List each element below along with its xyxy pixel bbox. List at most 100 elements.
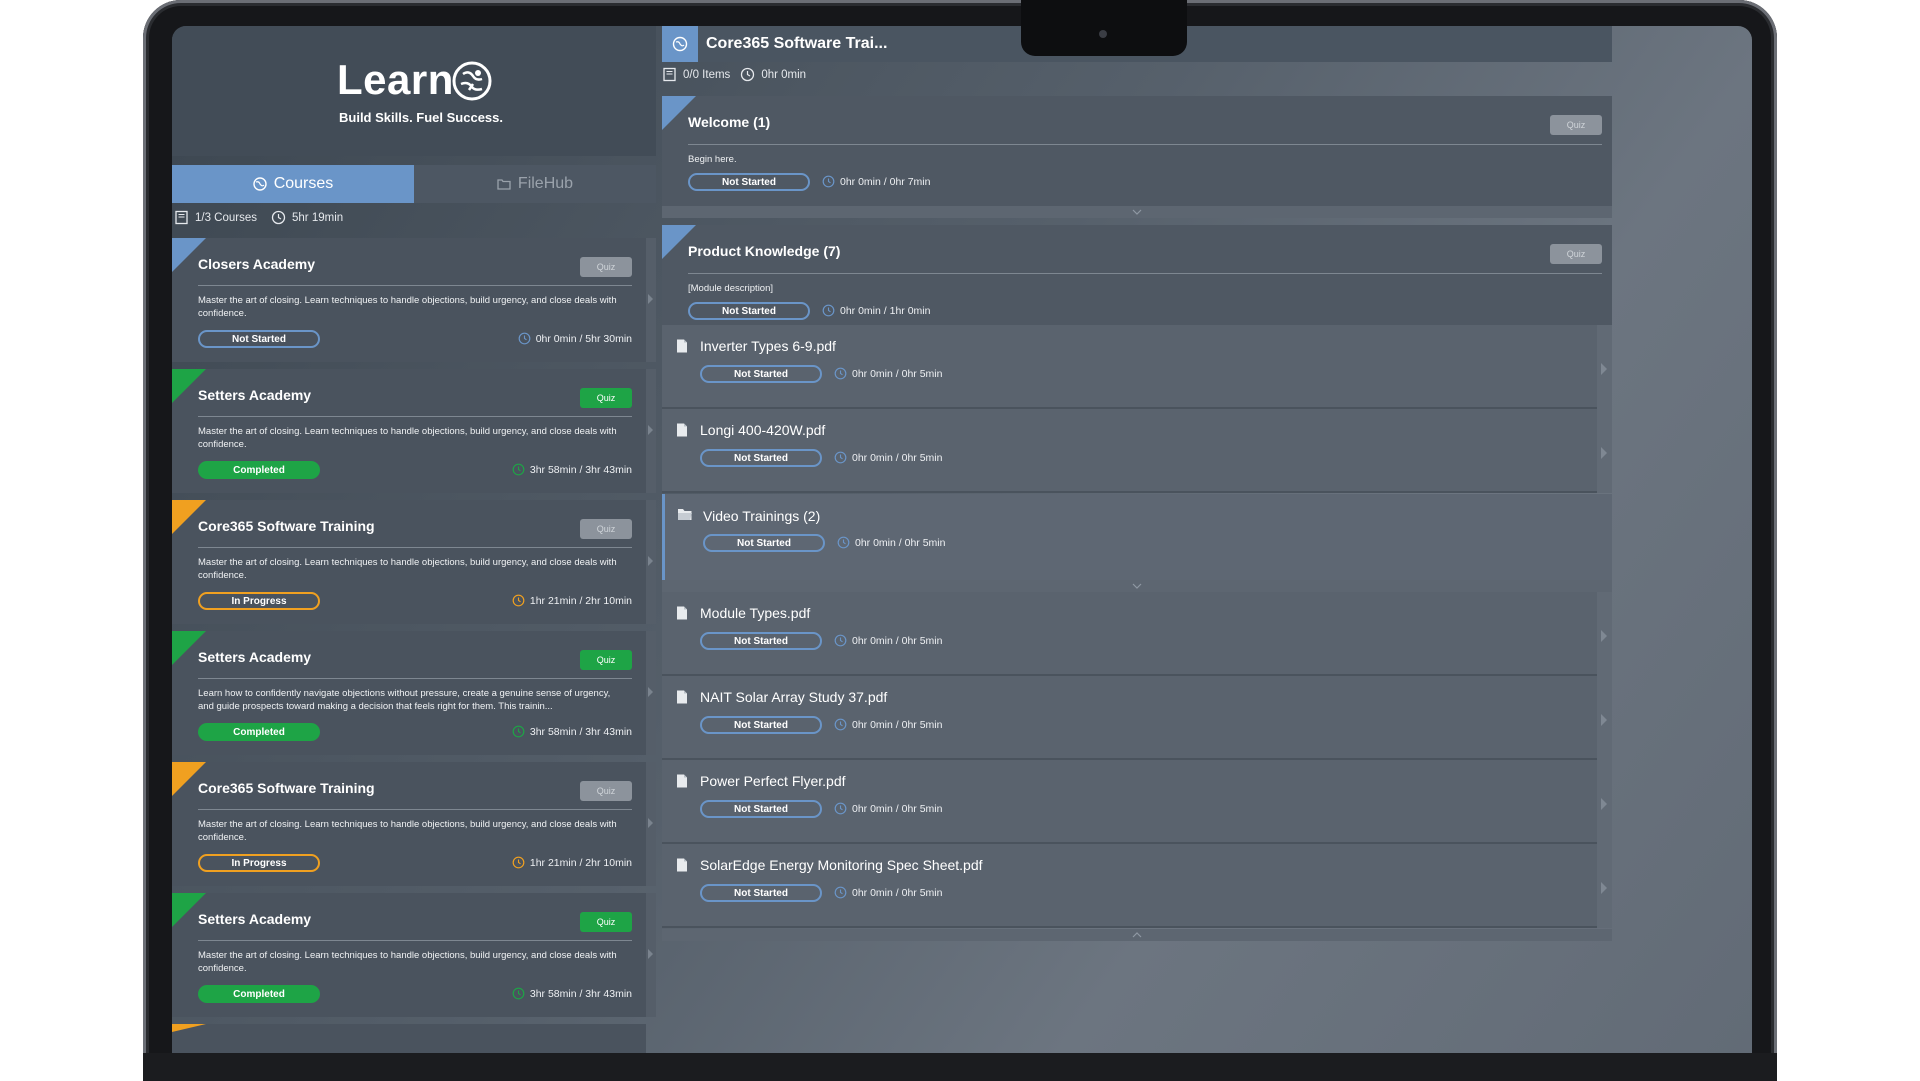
course-title: Setters Academy bbox=[198, 387, 312, 403]
file-item[interactable]: Inverter Types 6-9.pdf Not Started 0hr 0… bbox=[662, 325, 1597, 409]
course-title: Setters Academy bbox=[198, 911, 312, 927]
clock-icon bbox=[822, 175, 835, 188]
status-badge: Not Started bbox=[700, 632, 822, 650]
divider bbox=[198, 416, 632, 417]
course-title: Closers Academy bbox=[198, 256, 315, 272]
course-time-text: 0hr 0min / 5hr 30min bbox=[535, 332, 632, 345]
module-title: Welcome (1) bbox=[688, 114, 771, 130]
module-time: 0hr 0min / 0hr 7min bbox=[822, 175, 930, 188]
quiz-button[interactable]: Quiz bbox=[580, 781, 632, 801]
courses-stats: 1/3 Courses 5hr 19min bbox=[174, 210, 343, 225]
course-detail-time: 0hr 0min bbox=[761, 68, 807, 81]
course-card-partial[interactable] bbox=[172, 1024, 646, 1053]
tab-filehub-label: FileHub bbox=[517, 175, 574, 192]
course-card[interactable]: Setters Academy Quiz Master the art of c… bbox=[172, 893, 656, 1017]
course-time: 1hr 21min / 2hr 10min bbox=[512, 594, 632, 607]
quiz-button[interactable]: Quiz bbox=[1550, 115, 1602, 135]
file-item[interactable]: SolarEdge Energy Monitoring Spec Sheet.p… bbox=[662, 844, 1597, 928]
item-expand-handle[interactable] bbox=[1597, 325, 1612, 409]
course-time-text: 1hr 21min / 2hr 10min bbox=[529, 594, 632, 607]
chevron-down-icon bbox=[1132, 209, 1142, 215]
clock-icon bbox=[512, 987, 525, 1000]
module-description: [Module description] bbox=[688, 283, 774, 294]
expand-handle[interactable] bbox=[646, 500, 656, 624]
course-icon bbox=[662, 26, 698, 62]
clock-icon bbox=[834, 634, 847, 647]
file-time: 0hr 0min / 0hr 5min bbox=[834, 634, 942, 647]
file-time-text: 0hr 0min / 0hr 5min bbox=[852, 367, 943, 380]
items-count: 0/0 Items bbox=[683, 68, 731, 81]
course-card[interactable]: Closers Academy Quiz Master the art of c… bbox=[172, 238, 656, 362]
course-card[interactable]: Setters Academy Quiz Master the art of c… bbox=[172, 369, 656, 493]
course-time-text: 3hr 58min / 3hr 43min bbox=[529, 463, 632, 476]
divider bbox=[198, 547, 632, 548]
expand-handle[interactable] bbox=[646, 893, 656, 1017]
module-card[interactable]: Welcome (1) Quiz Begin here. Not Started… bbox=[662, 96, 1612, 206]
expand-handle[interactable] bbox=[646, 762, 656, 886]
book-icon bbox=[663, 67, 676, 82]
expand-toggle[interactable] bbox=[662, 206, 1612, 218]
document-icon bbox=[677, 606, 687, 620]
file-item[interactable]: NAIT Solar Array Study 37.pdf Not Starte… bbox=[662, 676, 1597, 760]
course-card[interactable]: Setters Academy Quiz Learn how to confid… bbox=[172, 631, 656, 755]
course-detail-panel: Core365 Software Trai... 0/0 Items 0hr 0… bbox=[662, 26, 1612, 1053]
globe-icon bbox=[253, 177, 267, 191]
quiz-button[interactable]: Quiz bbox=[580, 388, 632, 408]
course-time: 0hr 0min / 5hr 30min bbox=[518, 332, 632, 345]
tab-filehub[interactable]: FileHub bbox=[414, 165, 656, 203]
document-icon bbox=[677, 339, 687, 353]
tab-courses[interactable]: Courses bbox=[172, 165, 414, 203]
divider bbox=[198, 940, 632, 941]
status-badge: Completed bbox=[198, 461, 320, 479]
file-time-text: 0hr 0min / 0hr 5min bbox=[852, 886, 943, 899]
expand-handle[interactable] bbox=[646, 631, 656, 755]
quiz-button[interactable]: Quiz bbox=[1550, 244, 1602, 264]
expand-handle[interactable] bbox=[646, 238, 656, 362]
module-time-text: 0hr 0min / 0hr 7min bbox=[840, 175, 931, 188]
item-expand-handle[interactable] bbox=[1597, 592, 1612, 676]
chevron-up-icon bbox=[1132, 932, 1142, 938]
divider bbox=[688, 144, 1602, 145]
clock-icon bbox=[518, 332, 531, 345]
quiz-button[interactable]: Quiz bbox=[580, 650, 632, 670]
courses-count: 1/3 Courses bbox=[195, 211, 258, 224]
module-card[interactable]: Product Knowledge (7) Quiz [Module descr… bbox=[662, 225, 1612, 325]
folder-collapse-toggle[interactable] bbox=[662, 580, 1612, 592]
item-expand-handle[interactable] bbox=[1597, 844, 1612, 928]
quiz-button[interactable]: Quiz bbox=[580, 519, 632, 539]
course-description: Master the art of closing. Learn techniq… bbox=[198, 819, 617, 843]
item-expand-handle[interactable] bbox=[1597, 409, 1612, 493]
expand-handle[interactable] bbox=[646, 369, 656, 493]
file-name: Longi 400-420W.pdf bbox=[700, 422, 826, 438]
module-description: Begin here. bbox=[688, 154, 737, 165]
file-item[interactable]: Module Types.pdf Not Started 0hr 0min / … bbox=[662, 592, 1597, 676]
item-expand-handle[interactable] bbox=[1597, 760, 1612, 844]
file-item[interactable]: Longi 400-420W.pdf Not Started 0hr 0min … bbox=[662, 409, 1597, 493]
file-time: 0hr 0min / 0hr 5min bbox=[834, 451, 942, 464]
file-name: Inverter Types 6-9.pdf bbox=[700, 338, 836, 354]
clock-icon bbox=[822, 304, 835, 317]
status-badge: Not Started bbox=[198, 330, 320, 348]
course-list: Closers Academy Quiz Master the art of c… bbox=[172, 238, 656, 1053]
file-item[interactable]: Power Perfect Flyer.pdf Not Started 0hr … bbox=[662, 760, 1597, 844]
quiz-button[interactable]: Quiz bbox=[580, 912, 632, 932]
course-detail-stats: 0/0 Items 0hr 0min bbox=[662, 67, 806, 82]
course-card[interactable]: Core365 Software Training Quiz Master th… bbox=[172, 762, 656, 886]
status-flag bbox=[172, 1024, 206, 1032]
course-description: Master the art of closing. Learn techniq… bbox=[198, 950, 617, 974]
file-time: 0hr 0min / 0hr 5min bbox=[834, 367, 942, 380]
camera-notch bbox=[1021, 0, 1187, 56]
course-card[interactable]: Core365 Software Training Quiz Master th… bbox=[172, 500, 656, 624]
document-icon bbox=[677, 858, 687, 872]
clock-icon bbox=[834, 802, 847, 815]
app-screen: Learn Build Skills. Fuel Success. Course… bbox=[172, 26, 1752, 1053]
quiz-button[interactable]: Quiz bbox=[580, 257, 632, 277]
module-time-text: 0hr 0min / 1hr 0min bbox=[840, 304, 931, 317]
folder-time-text: 0hr 0min / 0hr 5min bbox=[855, 536, 946, 549]
clock-icon bbox=[834, 451, 847, 464]
item-expand-handle[interactable] bbox=[1597, 676, 1612, 760]
file-time: 0hr 0min / 0hr 5min bbox=[834, 886, 942, 899]
folder-item[interactable]: Video Trainings (2) Not Started 0hr 0min… bbox=[662, 494, 1612, 580]
module-collapse-toggle[interactable] bbox=[662, 929, 1612, 941]
course-description: Learn how to confidently navigate object… bbox=[198, 688, 611, 712]
